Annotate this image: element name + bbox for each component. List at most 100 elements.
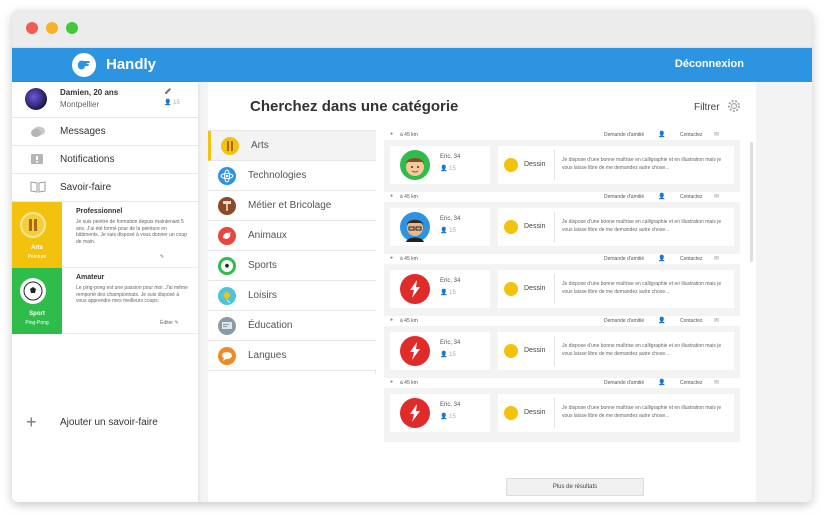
contact-button[interactable]: Contactez (680, 380, 703, 386)
add-friend-icon[interactable]: 👤 (658, 131, 665, 138)
friend-request-button[interactable]: Demande d'amitié (604, 256, 644, 262)
close-window-button[interactable] (26, 22, 38, 34)
logout-button[interactable]: Déconnexion (675, 58, 744, 70)
category-loisirs[interactable]: Loisirs (208, 281, 376, 311)
add-friend-icon[interactable]: 👤 (658, 379, 665, 386)
handly-logo-icon[interactable] (72, 53, 96, 77)
divider (554, 398, 555, 428)
skill-offer-card[interactable]: Dessin Je dispose d'une bonne maîtrise e… (498, 270, 734, 308)
edit-profile-icon[interactable] (164, 87, 172, 95)
skill-card-arts[interactable]: Arts Peinture Professionnel Je suis pein… (12, 202, 198, 268)
result-item: ● à 45 km Demande d'amitié 👤 Contactez ✉… (384, 130, 740, 192)
bird-icon (218, 227, 236, 245)
skill-description: Je dispose d'une bonne maîtrise en calli… (562, 281, 722, 295)
friend-request-button[interactable]: Demande d'amitié (604, 318, 644, 324)
edit-label: Éditer (160, 320, 174, 326)
add-skill-button[interactable]: + Ajouter un savoir-faire (12, 408, 198, 438)
friends-count: 15 (173, 100, 180, 106)
user-friends: 👤 15 (440, 165, 456, 172)
skill-offer-card[interactable]: Dessin Je dispose d'une bonne maîtrise e… (498, 332, 734, 370)
add-friend-icon[interactable]: 👤 (658, 193, 665, 200)
pencil-icon (504, 220, 518, 234)
category-education[interactable]: Éducation (208, 311, 376, 341)
chat-icon (31, 126, 45, 137)
user-card[interactable]: Eric, 34 👤 15 (390, 332, 490, 370)
ball-icon (218, 257, 236, 275)
user-card[interactable]: Eric, 34 👤 15 (390, 394, 490, 432)
minimize-window-button[interactable] (46, 22, 58, 34)
contact-button[interactable]: Contactez (680, 256, 703, 262)
profile-friends: 👤 15 (164, 99, 180, 106)
category-label: Arts (251, 140, 269, 151)
category-metier-bricolage[interactable]: Métier et Bricolage (208, 191, 376, 221)
add-friend-icon[interactable]: 👤 (658, 317, 665, 324)
more-results-button[interactable]: Plus de résultats (506, 478, 644, 496)
category-animaux[interactable]: Animaux (208, 221, 376, 251)
sidebar-item-savoir-faire[interactable]: Savoir-faire (12, 174, 198, 202)
skill-offer-card[interactable]: Dessin Je dispose d'une bonne maîtrise e… (498, 146, 734, 184)
user-friends: 👤 15 (440, 289, 456, 296)
contact-button[interactable]: Contactez (680, 194, 703, 200)
mail-icon[interactable]: ✉ (714, 317, 719, 324)
user-card[interactable]: Eric, 34 👤 15 (390, 270, 490, 308)
add-friend-icon[interactable]: 👤 (658, 255, 665, 262)
lightning-avatar-icon[interactable] (400, 336, 430, 366)
avatar[interactable] (25, 88, 47, 110)
friend-request-button[interactable]: Demande d'amitié (604, 132, 644, 138)
app-name[interactable]: Handly (106, 56, 156, 73)
sidebar: Damien, 20 ans Montpellier 👤 15 Messages… (12, 82, 198, 502)
person-icon: 👤 (440, 352, 448, 358)
category-langues[interactable]: Langues (208, 341, 376, 371)
gear-icon[interactable] (726, 98, 742, 114)
category-label: Langues (248, 350, 287, 361)
lightning-avatar-icon[interactable] (400, 398, 430, 428)
avatar[interactable] (400, 150, 430, 180)
friend-request-button[interactable]: Demande d'amitié (604, 380, 644, 386)
user-name: Eric, 34 (440, 278, 461, 284)
friend-request-button[interactable]: Demande d'amitié (604, 194, 644, 200)
avatar[interactable] (400, 212, 430, 242)
location-pin-icon: ● (390, 131, 394, 137)
skill-name: Dessin (524, 285, 546, 292)
sidebar-item-notifications[interactable]: Notifications (12, 146, 198, 174)
category-arts[interactable]: Arts (208, 131, 376, 161)
result-distance: à 45 km (400, 380, 418, 386)
skill-description: Je dispose d'une bonne maîtrise en calli… (562, 157, 722, 171)
user-friends: 👤 15 (440, 351, 456, 358)
profile-card[interactable]: Damien, 20 ans Montpellier 👤 15 (12, 82, 198, 118)
mail-icon[interactable]: ✉ (714, 193, 719, 200)
edit-skill-button[interactable]: Éditer ✎ (160, 320, 179, 326)
user-card[interactable]: Eric, 34 👤 15 (390, 146, 490, 184)
skill-card-sport[interactable]: Sport Ping-Pong Amateur Le ping-pong est… (12, 268, 198, 334)
skill-offer-card[interactable]: Dessin Je dispose d'une bonne maîtrise e… (498, 208, 734, 246)
contact-button[interactable]: Contactez (680, 132, 703, 138)
category-label: Loisirs (248, 290, 277, 301)
location-pin-icon: ● (390, 193, 394, 199)
user-friends: 👤 15 (440, 227, 456, 234)
sidebar-item-label: Messages (60, 126, 106, 137)
pencil-icon (504, 344, 518, 358)
mail-icon[interactable]: ✉ (714, 379, 719, 386)
profile-city: Montpellier (60, 100, 100, 109)
skill-offer-card[interactable]: Dessin Je dispose d'une bonne maîtrise e… (498, 394, 734, 432)
person-icon: 👤 (440, 166, 448, 172)
sidebar-item-messages[interactable]: Messages (12, 118, 198, 146)
contact-button[interactable]: Contactez (680, 318, 703, 324)
maximize-window-button[interactable] (66, 22, 78, 34)
category-technologies[interactable]: Technologies (208, 161, 376, 191)
mail-icon[interactable]: ✉ (714, 131, 719, 138)
filter-button[interactable]: Filtrer (694, 102, 720, 113)
skill-level: Professionnel (76, 208, 123, 215)
mail-icon[interactable]: ✉ (714, 255, 719, 262)
lightning-avatar-icon[interactable] (400, 274, 430, 304)
person-icon: 👤 (164, 100, 172, 106)
skill-category: Sport (29, 311, 45, 317)
friends-count: 15 (449, 352, 456, 358)
results-scrollbar[interactable] (750, 142, 753, 262)
divider (554, 150, 555, 180)
category-sports[interactable]: Sports (208, 251, 376, 281)
skill-name: Dessin (524, 347, 546, 354)
user-card[interactable]: Eric, 34 👤 15 (390, 208, 490, 246)
result-meta: ● à 45 km Demande d'amitié 👤 Contactez ✉ (384, 254, 740, 264)
edit-icon[interactable]: ✎ (160, 254, 164, 260)
